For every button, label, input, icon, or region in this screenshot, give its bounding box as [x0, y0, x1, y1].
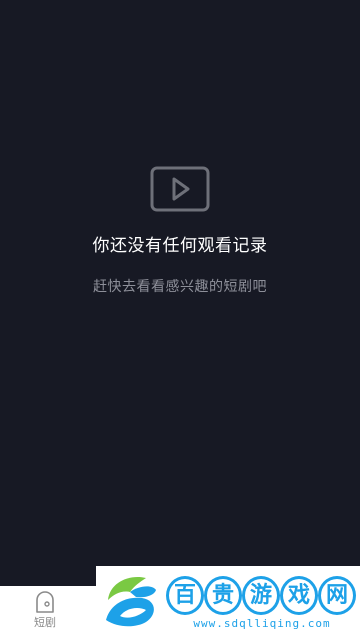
watermark-char: 百 [166, 576, 204, 615]
tab-short-drama[interactable]: 短剧 [22, 590, 68, 634]
watermark-char: 戏 [280, 576, 318, 615]
watermark-char: 网 [318, 576, 356, 615]
watermark-char: 贵 [204, 576, 242, 615]
tab-label: 短剧 [34, 616, 56, 629]
empty-subtitle: 赶快去看看感兴趣的短剧吧 [93, 279, 267, 295]
empty-state: 你还没有任何观看记录 赶快去看看感兴趣的短剧吧 [0, 166, 360, 297]
site-logo [106, 576, 156, 627]
play-video-icon [150, 166, 210, 212]
watermark-banner: 百 贵 游 戏 网 www.sdqlliqing.com [96, 566, 360, 637]
watermark-title: 百 贵 游 戏 网 [166, 576, 356, 615]
watermark-url: www.sdqlliqing.com [193, 617, 331, 630]
empty-title: 你还没有任何观看记录 [92, 236, 268, 256]
short-drama-icon [36, 591, 54, 613]
watermark-char: 游 [242, 576, 280, 615]
history-screen: 你还没有任何观看记录 赶快去看看感兴趣的短剧吧 短剧 百 贵 游 戏 网 www… [0, 0, 360, 637]
